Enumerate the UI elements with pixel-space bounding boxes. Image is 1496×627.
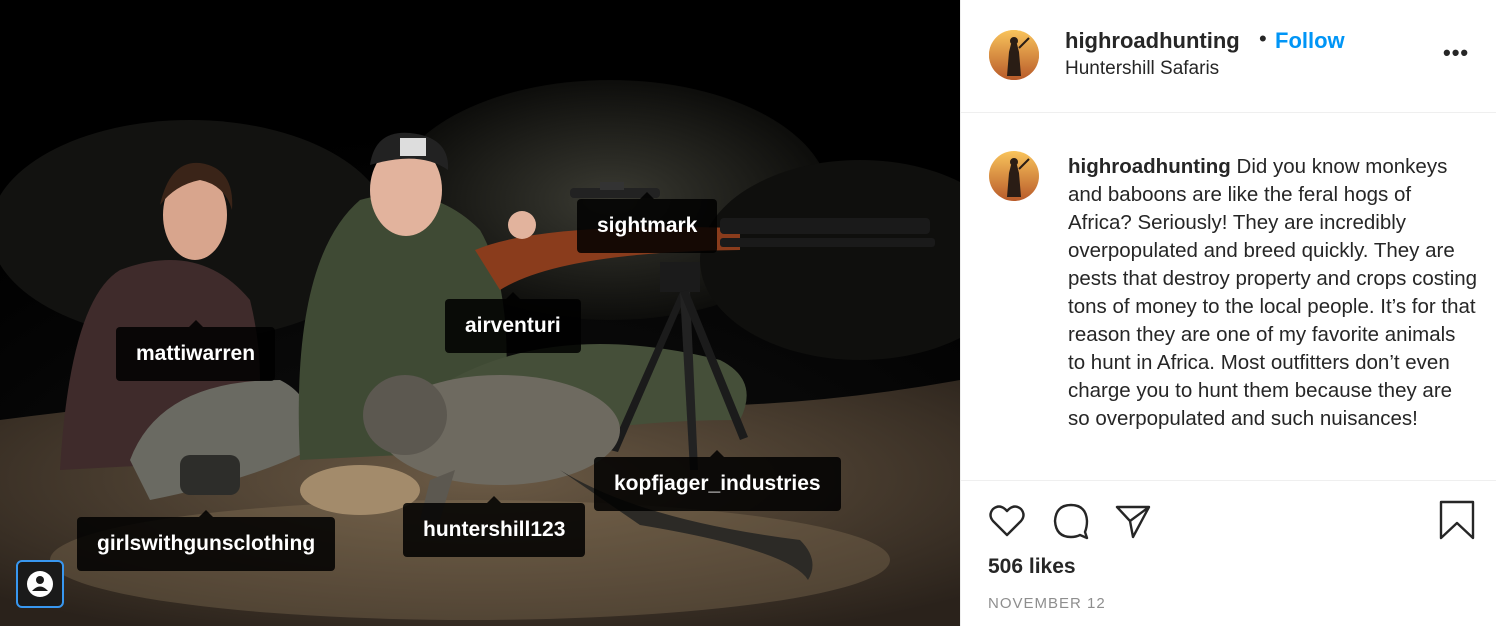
follow-button[interactable]: Follow	[1275, 28, 1345, 54]
location-link[interactable]: Huntershill Safaris	[1065, 58, 1219, 80]
heart-icon[interactable]	[987, 501, 1027, 541]
user-tags-icon	[27, 571, 53, 597]
comment-icon[interactable]	[1051, 501, 1091, 541]
caption-avatar[interactable]	[989, 151, 1039, 201]
photo-tag-mattiwarren[interactable]: mattiwarren	[116, 320, 276, 381]
post-photo[interactable]: sightmark airventuri mattiwarren kopfjag…	[0, 0, 960, 626]
post-header: highroadhunting • Follow Huntershill Saf…	[961, 0, 1496, 113]
photo-tag-girlswithgunsclothing[interactable]: girlswithgunsclothing	[77, 510, 336, 571]
photo-tag-sightmark[interactable]: sightmark	[577, 192, 718, 253]
caption-text: Did you know monkeys and baboons are lik…	[1068, 155, 1478, 430]
comments-area[interactable]: highroadhunting Did you know monkeys and…	[961, 113, 1496, 473]
user-tags-button[interactable]	[16, 560, 64, 608]
photo-tag-kopfjager-industries[interactable]: kopfjager_industries	[594, 450, 841, 511]
share-icon[interactable]	[1113, 501, 1153, 541]
caption-avatar-image	[989, 151, 1039, 201]
photo-tag-airventuri[interactable]: airventuri	[445, 292, 581, 353]
post-actions: 506 likes NOVEMBER 12	[961, 480, 1496, 627]
header-username[interactable]: highroadhunting	[1065, 28, 1240, 54]
caption-username[interactable]: highroadhunting	[1068, 155, 1231, 178]
bookmark-icon[interactable]	[1437, 499, 1477, 541]
photo-tag-huntershill123[interactable]: huntershill123	[403, 496, 586, 557]
caption: highroadhunting Did you know monkeys and…	[1068, 153, 1478, 433]
header-separator: •	[1259, 26, 1267, 51]
avatar[interactable]	[989, 30, 1039, 80]
likes-count[interactable]: 506 likes	[988, 555, 1076, 579]
post-details-panel: highroadhunting • Follow Huntershill Saf…	[960, 0, 1496, 626]
more-options-icon[interactable]: •••	[1443, 40, 1469, 66]
profile-avatar-image	[989, 30, 1039, 80]
post-date[interactable]: NOVEMBER 12	[988, 595, 1106, 612]
